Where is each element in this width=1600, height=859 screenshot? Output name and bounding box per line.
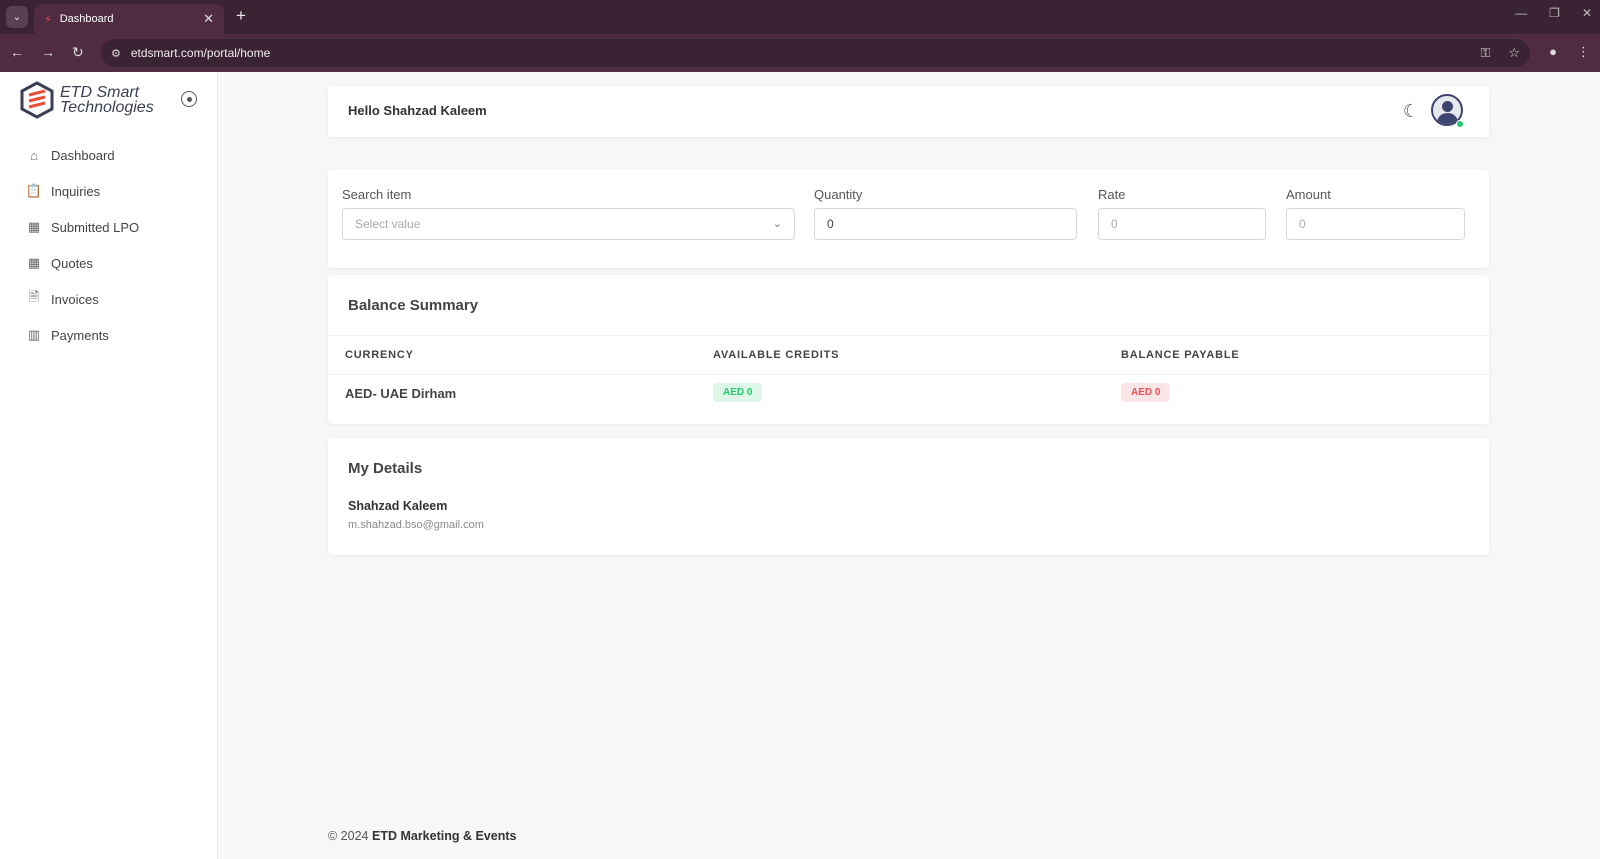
user-email: m.shahzad.bso@gmail.com bbox=[348, 519, 484, 531]
sidebar-item-inquiries[interactable]: 📋 Inquiries bbox=[26, 173, 139, 209]
site-info-icon[interactable]: ⚙ bbox=[111, 47, 121, 60]
address-bar-row: ← → ↻ ⚙ etdsmart.com/portal/home ⚿ ☆ ● ⋮ bbox=[0, 34, 1600, 72]
column-header-balance-payable: BALANCE PAYABLE bbox=[1121, 349, 1240, 361]
close-tab-icon[interactable]: ✕ bbox=[203, 11, 214, 27]
copyright-text: © 2024 bbox=[328, 829, 369, 843]
favicon-icon: ⚡ bbox=[44, 13, 52, 26]
sidebar-item-label: Submitted LPO bbox=[51, 219, 140, 235]
column-header-available-credits: AVAILABLE CREDITS bbox=[713, 349, 840, 361]
rate-value: 0 bbox=[1111, 217, 1118, 231]
balance-summary-card: Balance Summary CURRENCY AVAILABLE CREDI… bbox=[328, 275, 1489, 424]
search-item-label: Search item bbox=[342, 187, 412, 202]
tab-search-button[interactable]: ⌄ bbox=[6, 6, 28, 28]
sidebar-collapse-toggle[interactable] bbox=[181, 91, 197, 107]
logo-line-1: ETD Smart bbox=[60, 84, 140, 101]
sidebar-item-quotes[interactable]: ▦ Quotes bbox=[26, 245, 139, 281]
kebab-menu-icon[interactable]: ⋮ bbox=[1577, 44, 1590, 60]
rate-label: Rate bbox=[1098, 187, 1126, 202]
search-item-placeholder: Select value bbox=[355, 217, 421, 231]
url-text: etdsmart.com/portal/home bbox=[130, 46, 271, 60]
home-icon: ⌂ bbox=[30, 147, 38, 163]
footer: © 2024 ETD Marketing & Events bbox=[328, 829, 516, 843]
amount-label: Amount bbox=[1286, 187, 1331, 202]
sidebar-item-label: Dashboard bbox=[51, 147, 115, 163]
bookmark-star-icon[interactable]: ☆ bbox=[1508, 45, 1520, 61]
url-input[interactable]: ⚙ etdsmart.com/portal/home ⚿ ☆ bbox=[101, 39, 1530, 67]
balance-summary-title: Balance Summary bbox=[348, 297, 479, 314]
calendar-icon: ▦ bbox=[27, 219, 41, 234]
logo[interactable]: ETD Smart Technologies bbox=[20, 81, 154, 119]
chevron-down-icon: ⌄ bbox=[772, 218, 782, 230]
quantity-label: Quantity bbox=[814, 187, 863, 202]
sidebar-item-label: Inquiries bbox=[51, 183, 101, 199]
greeting: Hello Shahzad Kaleem bbox=[348, 103, 487, 118]
logo-text: ETD Smart Technologies bbox=[60, 84, 154, 116]
balance-payable-badge: AED 0 bbox=[1121, 383, 1171, 402]
currency-cell: AED- UAE Dirham bbox=[345, 386, 457, 401]
sidebar-item-label: Payments bbox=[51, 327, 109, 343]
back-icon[interactable]: ← bbox=[10, 44, 24, 61]
amount-value: 0 bbox=[1299, 217, 1306, 231]
available-credits-badge: AED 0 bbox=[713, 383, 763, 402]
window-controls: — ❐ ✕ bbox=[1515, 6, 1592, 20]
key-icon[interactable]: ⚿ bbox=[1480, 45, 1490, 61]
sidebar-item-submitted-lpo[interactable]: ▦ Submitted LPO bbox=[26, 209, 139, 245]
nav-buttons: ← → ↻ bbox=[10, 44, 84, 61]
browser-actions: ● ⋮ bbox=[1549, 44, 1590, 60]
online-status-indicator bbox=[1456, 120, 1464, 128]
table-header: CURRENCY AVAILABLE CREDITS BALANCE PAYAB… bbox=[328, 335, 1489, 375]
sidebar-item-dashboard[interactable]: ⌂ Dashboard bbox=[26, 137, 139, 173]
reload-icon[interactable]: ↻ bbox=[72, 44, 84, 61]
item-search-card: Search item Select value ⌄ Quantity 0 Ra… bbox=[328, 170, 1489, 268]
restore-icon[interactable]: ❐ bbox=[1549, 6, 1560, 20]
my-details-card: My Details Shahzad Kaleem m.shahzad.bso@… bbox=[328, 438, 1489, 555]
sidebar: ETD Smart Technologies ⌂ Dashboard 📋 Inq… bbox=[0, 72, 218, 859]
amount-field[interactable]: 0 bbox=[1286, 208, 1465, 240]
dark-mode-toggle-icon[interactable]: ☾ bbox=[1403, 101, 1419, 122]
rate-field[interactable]: 0 bbox=[1098, 208, 1266, 240]
calendar-icon: ▦ bbox=[27, 255, 41, 270]
sidebar-item-invoices[interactable]: 🗎 Invoices bbox=[26, 281, 139, 317]
search-item-select[interactable]: Select value ⌄ bbox=[342, 208, 795, 240]
sidebar-menu: ⌂ Dashboard 📋 Inquiries ▦ Submitted LPO … bbox=[26, 137, 139, 353]
sidebar-item-label: Invoices bbox=[51, 291, 99, 307]
user-name: Shahzad Kaleem bbox=[348, 499, 448, 513]
company-name: ETD Marketing & Events bbox=[371, 829, 517, 843]
payments-icon: ▥ bbox=[27, 327, 41, 342]
column-header-currency: CURRENCY bbox=[345, 349, 414, 361]
logo-line-2: Technologies bbox=[60, 99, 154, 116]
close-window-icon[interactable]: ✕ bbox=[1582, 6, 1592, 20]
invoice-icon: 🗎 bbox=[28, 289, 40, 304]
omnibox-actions: ⚿ ☆ bbox=[1480, 45, 1520, 61]
sidebar-item-payments[interactable]: ▥ Payments bbox=[26, 317, 139, 353]
sidebar-item-label: Quotes bbox=[51, 255, 93, 271]
my-details-title: My Details bbox=[348, 460, 423, 477]
header-card: Hello Shahzad Kaleem ☾ bbox=[328, 86, 1489, 137]
quantity-value: 0 bbox=[827, 217, 834, 231]
clipboard-search-icon: 📋 bbox=[25, 183, 43, 198]
browser-tabbar: ⌄ ⚡ Dashboard ✕ + — ❐ ✕ bbox=[0, 0, 1600, 34]
profile-icon[interactable]: ● bbox=[1549, 44, 1557, 60]
forward-icon[interactable]: → bbox=[41, 44, 55, 61]
logo-mark-icon bbox=[20, 81, 54, 119]
new-tab-button[interactable]: + bbox=[236, 6, 246, 26]
tab-title: Dashboard bbox=[59, 13, 114, 25]
quantity-field[interactable]: 0 bbox=[814, 208, 1077, 240]
browser-tab[interactable]: ⚡ Dashboard ✕ bbox=[34, 4, 224, 34]
minimize-icon[interactable]: — bbox=[1515, 6, 1527, 20]
